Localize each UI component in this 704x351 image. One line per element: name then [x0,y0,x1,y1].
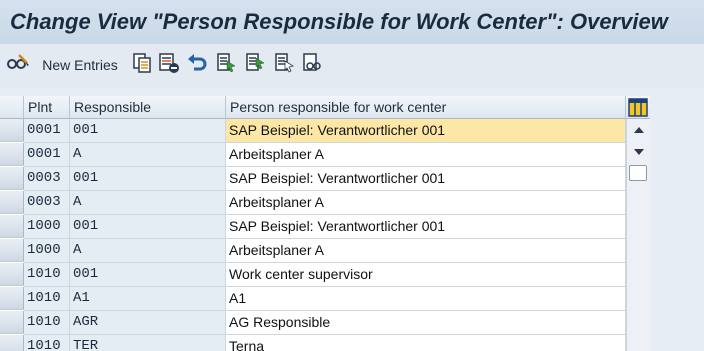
cell-person-input[interactable]: Work center supervisor [226,263,626,287]
cell-responsible: 001 [70,215,226,239]
select-block-icon [244,52,266,79]
cell-plnt: 1010 [24,311,70,335]
scrollbar-thumb[interactable] [629,165,647,181]
cell-plnt: 1000 [24,239,70,263]
cell-person-input[interactable]: Arbeitsplaner A [226,143,626,167]
title-bar: Change View "Person Responsible for Work… [0,0,704,44]
row-selector[interactable] [0,311,24,334]
scroll-down-icon[interactable] [634,149,644,155]
cell-responsible: A1 [70,287,226,311]
table-row[interactable]: 0003 001 SAP Beispiel: Verantwortlicher … [0,167,626,191]
delete-icon [158,52,180,79]
cell-person-input[interactable]: Arbeitsplaner A [226,191,626,215]
copy-icon [132,52,152,79]
new-entries-button[interactable]: New Entries [40,53,120,77]
cell-plnt: 1010 [24,335,70,351]
cell-plnt: 1000 [24,215,70,239]
application-toolbar: New Entries [0,44,704,88]
table-row[interactable]: 0001 001 SAP Beispiel: Verantwortlicher … [0,119,626,143]
delete-button[interactable] [157,52,181,79]
row-selector[interactable] [0,215,24,238]
cell-person-input[interactable]: AG Responsible [226,311,626,335]
vertical-scrollbar[interactable] [626,119,650,351]
row-selector[interactable] [0,335,24,351]
cell-plnt: 0001 [24,143,70,167]
deselect-all-icon [273,52,295,79]
column-header-responsible[interactable]: Responsible [70,96,226,119]
table-row[interactable]: 1010 001 Work center supervisor [0,263,626,287]
cell-plnt: 1010 [24,263,70,287]
row-selector[interactable] [0,167,24,190]
select-all-icon [215,52,237,79]
table-row[interactable]: 0003 A Arbeitsplaner A [0,191,626,215]
glasses-pencil-icon [6,52,30,79]
table-row[interactable]: 1010 TER Terna [0,335,626,351]
deselect-all-button[interactable] [272,52,296,79]
cell-plnt: 0003 [24,191,70,215]
new-entries-label: New Entries [42,57,118,73]
cell-responsible: A [70,191,226,215]
cell-plnt: 0001 [24,119,70,143]
copy-button[interactable] [130,52,154,79]
table-row[interactable]: 1000 001 SAP Beispiel: Verantwortlicher … [0,215,626,239]
row-selector[interactable] [0,263,24,286]
undo-icon [186,52,208,79]
cell-plnt: 0003 [24,167,70,191]
select-block-button[interactable] [243,52,267,79]
display-change-toggle-button[interactable] [5,53,31,77]
cell-person-input[interactable]: A1 [226,287,626,311]
cell-responsible: TER [70,335,226,351]
cell-responsible: 001 [70,263,226,287]
cell-responsible: 001 [70,167,226,191]
select-all-button[interactable] [214,52,238,79]
column-settings-button[interactable] [626,96,650,119]
select-all-rows-corner[interactable] [0,96,24,119]
column-header-person-responsible[interactable]: Person responsible for work center [226,96,626,119]
print-preview-button[interactable] [300,52,324,79]
cell-responsible: 001 [70,119,226,143]
cell-responsible: AGR [70,311,226,335]
row-selector[interactable] [0,119,24,142]
cell-responsible: A [70,239,226,263]
cell-responsible: A [70,143,226,167]
cell-person-input[interactable]: SAP Beispiel: Verantwortlicher 001 [226,215,626,239]
column-header-plnt[interactable]: Plnt [24,96,70,119]
cell-person-input[interactable]: SAP Beispiel: Verantwortlicher 001 [226,167,626,191]
table-row[interactable]: 1010 AGR AG Responsible [0,311,626,335]
row-selector[interactable] [0,143,24,166]
cell-person-input[interactable]: Arbeitsplaner A [226,239,626,263]
page-title: Change View "Person Responsible for Work… [10,9,668,34]
row-selector[interactable] [0,239,24,262]
cell-person-input[interactable]: SAP Beispiel: Verantwortlicher 001 [226,119,626,143]
table-grid: Plnt Responsible Person responsible for … [0,96,650,351]
scroll-up-icon[interactable] [634,127,644,133]
row-selector[interactable] [0,287,24,310]
undo-button[interactable] [185,53,209,77]
print-preview-icon [301,52,323,79]
table-row[interactable]: 0001 A Arbeitsplaner A [0,143,626,167]
table-row[interactable]: 1010 A1 A1 [0,287,626,311]
table-row[interactable]: 1000 A Arbeitsplaner A [0,239,626,263]
cell-plnt: 1010 [24,287,70,311]
cell-person-input[interactable]: Terna [226,335,626,351]
row-selector[interactable] [0,191,24,214]
